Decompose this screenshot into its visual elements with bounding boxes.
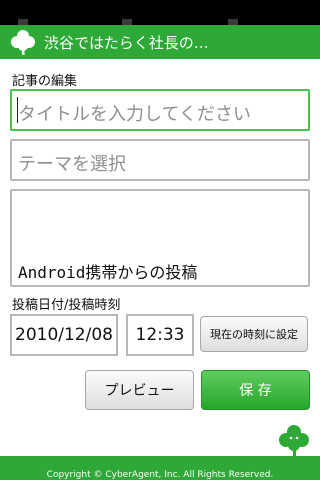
datetime-label: 投稿日付/投稿時刻 <box>12 298 121 313</box>
title-placeholder: タイトルを入力してください <box>18 104 251 125</box>
time-field[interactable]: 12:33 <box>126 314 194 356</box>
status-bar <box>0 0 320 25</box>
body-text: Android携帯からの投稿 <box>18 263 198 282</box>
body-textarea[interactable]: Android携帯からの投稿 <box>10 189 310 287</box>
preview-button[interactable]: プレビュー <box>85 370 194 410</box>
theme-select[interactable]: テーマを選択 <box>10 139 310 181</box>
app-header: 渋谷ではたらく社長の… <box>0 25 320 59</box>
title-input[interactable]: タイトルを入力してください <box>10 89 310 131</box>
date-field[interactable]: 2010/12/08 <box>10 314 118 356</box>
set-current-time-button[interactable]: 現在の時刻に設定 <box>200 316 308 352</box>
clover-icon <box>11 30 35 55</box>
section-label: 記事の編集 <box>12 74 78 89</box>
save-button[interactable]: 保 存 <box>201 370 310 410</box>
footer: Copyright © CyberAgent, Inc. All Rights … <box>0 456 320 480</box>
theme-placeholder: テーマを選択 <box>18 154 126 175</box>
copyright-text: Copyright © CyberAgent, Inc. All Rights … <box>46 470 274 480</box>
app-title: 渋谷ではたらく社長の… <box>44 33 209 52</box>
clover-icon <box>279 425 309 457</box>
